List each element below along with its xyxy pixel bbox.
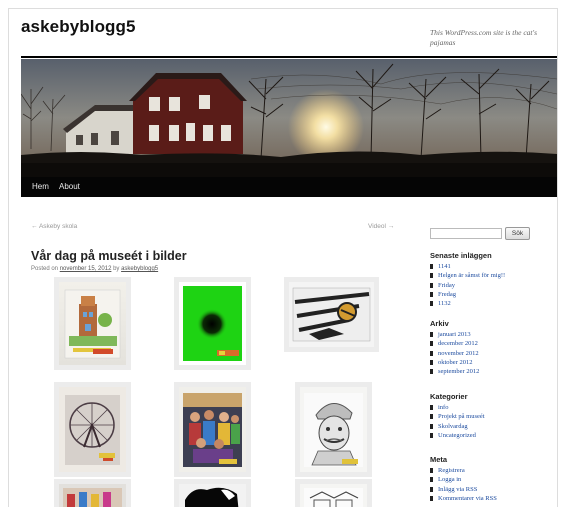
search-input[interactable] [430, 228, 502, 239]
gallery-image[interactable] [284, 277, 379, 352]
gallery-image[interactable] [295, 382, 372, 477]
gallery-image[interactable] [54, 479, 131, 507]
meta-link[interactable]: Kommentarer via RSS [430, 494, 555, 503]
nav-item-about[interactable]: About [59, 182, 80, 191]
recent-post-link[interactable]: 1141 [430, 262, 555, 271]
recent-post-link[interactable]: Helgen är såmst för mig!! [430, 271, 555, 280]
widget-title-archive: Arkiv [430, 319, 449, 328]
gallery-image[interactable] [54, 382, 131, 477]
meta-prefix: Posted on [31, 266, 59, 272]
recent-post-link[interactable]: 1132 [430, 299, 555, 308]
site-title[interactable]: askebyblogg5 [21, 17, 136, 37]
archive-link[interactable]: september 2012 [430, 367, 555, 376]
category-link[interactable]: Skolvardag [430, 422, 555, 431]
header-divider [21, 56, 557, 58]
widget-archive: Arkiv januari 2013 december 2012 novembe… [430, 319, 555, 376]
nav-item-hem[interactable]: Hem [32, 182, 49, 191]
previous-post-link[interactable]: ← Askeby skola [31, 223, 77, 230]
post-author-link[interactable]: askebyblogg5 [121, 266, 158, 272]
recent-post-link[interactable]: Fredag [430, 290, 555, 299]
widget-title-meta: Meta [430, 455, 448, 464]
gallery-image-ferris-wheel-drawing [65, 395, 120, 465]
archive-link[interactable]: december 2012 [430, 339, 555, 348]
archive-link[interactable]: oktober 2012 [430, 358, 555, 367]
gallery-image-black-shape [185, 487, 239, 507]
post-date-link[interactable]: november 15, 2012 [60, 266, 112, 272]
widget-recent-posts: Senaste inläggen 1141 Helgen är såmst fö… [430, 251, 555, 308]
search-button[interactable]: Sök [505, 227, 530, 240]
banner-photo [21, 59, 557, 177]
gallery-image-sketch [304, 488, 363, 507]
widget-meta: Meta Registrera Logga in Inlägg via RSS … [430, 455, 555, 503]
site-description: This WordPress.com site is the cat's paj… [430, 28, 538, 47]
widget-title-recent-posts: Senaste inläggen [430, 251, 492, 260]
meta-link[interactable]: Inlägg via RSS [430, 485, 555, 494]
next-post-link[interactable]: Videol → [368, 223, 394, 230]
category-link[interactable]: Projekt på museét [430, 412, 555, 421]
gallery-image[interactable] [174, 382, 251, 477]
gallery-image[interactable] [174, 479, 251, 507]
archive-link[interactable]: november 2012 [430, 349, 555, 358]
widget-title-categories: Kategorier [430, 392, 468, 401]
archive-link[interactable]: januari 2013 [430, 330, 555, 339]
gallery-image-green-dark-spot [183, 286, 242, 361]
gallery-image-castle-drawing [64, 289, 121, 359]
page: askebyblogg5 This WordPress.com site is … [8, 8, 558, 507]
widget-categories: Kategorier info Projekt på museét Skolva… [430, 392, 555, 440]
post-title[interactable]: Vår dag på museét i bilder [31, 249, 187, 263]
category-link[interactable]: Uncategorized [430, 431, 555, 440]
meta-link[interactable]: Logga in [430, 475, 555, 484]
category-link[interactable]: info [430, 403, 555, 412]
post-meta: Posted on november 15, 2012 by askebyblo… [31, 266, 158, 272]
gallery-image-colorful-letters [63, 488, 122, 507]
gallery-image[interactable] [174, 277, 251, 370]
gallery-image-portrait-sketch [304, 393, 363, 467]
gallery-image-stripes-drawing [292, 287, 371, 342]
gallery-image[interactable] [295, 479, 372, 507]
meta-link[interactable]: Registrera [430, 466, 555, 475]
recent-post-link[interactable]: Friday [430, 281, 555, 290]
gallery-image[interactable] [54, 277, 131, 370]
main-navigation: Hem About [21, 177, 557, 197]
header-banner-image[interactable] [21, 59, 557, 177]
meta-by: by [113, 266, 120, 272]
gallery-image-group-photo [183, 393, 242, 467]
